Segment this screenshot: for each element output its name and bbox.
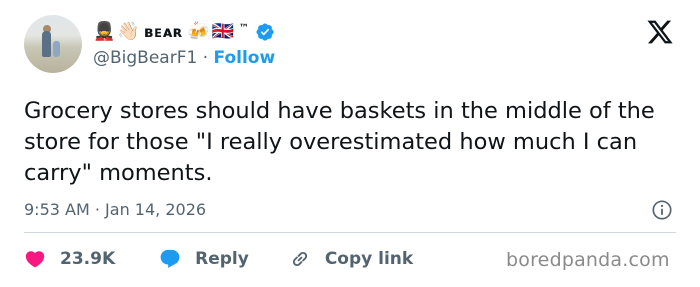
like-button[interactable]: 23.9K — [24, 248, 115, 270]
author-display-name[interactable]: ʙᴇᴀʀ — [144, 23, 183, 41]
handle-separator: · — [202, 48, 209, 68]
date-separator: · — [94, 200, 100, 219]
reply-label: Reply — [195, 249, 249, 269]
wave-emoji: 👋🏻 — [117, 21, 140, 42]
boredpanda-watermark: boredpanda.com — [506, 249, 670, 271]
tweet-time: 9:53 AM — [24, 200, 90, 219]
author-handle[interactable]: @BigBearF1 — [93, 48, 197, 68]
trademark-symbol: ™ — [238, 22, 249, 34]
info-icon[interactable] — [651, 199, 673, 221]
verified-badge-icon — [256, 23, 274, 41]
action-bar: 23.9K Reply Copy link — [24, 247, 413, 271]
like-count: 23.9K — [60, 249, 116, 269]
x-logo-icon[interactable] — [645, 18, 675, 46]
follow-button[interactable]: Follow — [214, 48, 276, 68]
divider — [24, 232, 676, 233]
reply-bubble-icon — [160, 249, 180, 268]
author-handle-row: @BigBearF1 · Follow — [93, 48, 275, 68]
copy-link-button[interactable]: Copy link — [289, 248, 413, 270]
avatar-figure-adult — [42, 31, 51, 57]
tweet-timestamp[interactable]: 9:53 AM · Jan 14, 2026 — [24, 200, 206, 219]
avatar[interactable] — [24, 15, 82, 73]
link-icon — [292, 251, 307, 267]
beers-emoji: 🍻 — [187, 21, 210, 42]
guard-emoji: 💂 — [93, 21, 116, 42]
avatar-figure-child — [53, 41, 60, 57]
uk-flag-emoji: 🇬🇧 — [211, 21, 234, 42]
heart-icon — [25, 251, 45, 268]
tweet-date: Jan 14, 2026 — [105, 200, 207, 219]
reply-button[interactable]: Reply — [159, 248, 249, 270]
copy-link-label: Copy link — [324, 249, 414, 269]
author-name-row[interactable]: 💂 👋🏻 ʙᴇᴀʀ 🍻 🇬🇧 ™ — [93, 20, 275, 44]
tweet-text: Grocery stores should have baskets in th… — [24, 98, 655, 186]
